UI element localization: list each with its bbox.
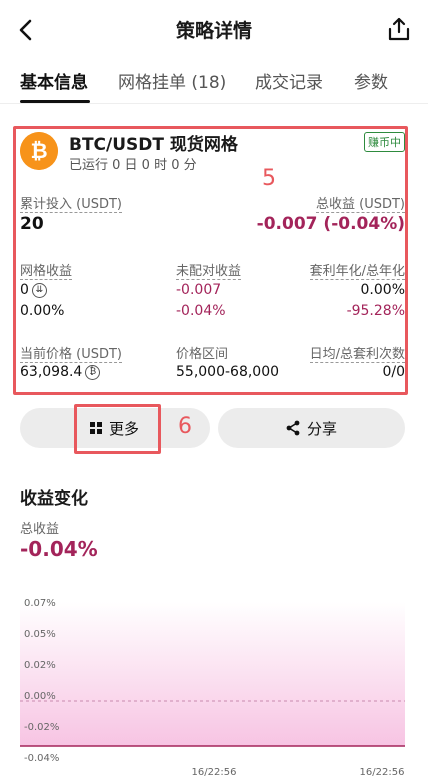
- share-button-label[interactable]: 分享: [307, 418, 337, 439]
- total-profit-label[interactable]: 总收益 (USDT): [316, 193, 405, 213]
- header: 策略详情: [0, 0, 428, 60]
- withdraw-icon[interactable]: ⇊: [31, 282, 47, 298]
- annotation-label: 6: [178, 414, 192, 439]
- share-export-icon[interactable]: [386, 16, 412, 42]
- x-tick-label: 16/22:56: [192, 767, 237, 778]
- profit-chart: 0.07% 0.05% 0.02% 0.00% -0.02% -0.04% 16/22:56…: [20, 598, 405, 778]
- arb-count-value: 0/0: [382, 364, 405, 380]
- tab-bar: 基本信息 网格挂单 (18) 成交记录 参数: [0, 60, 428, 104]
- total-profit-sub-label: 总收益: [20, 522, 60, 537]
- svg-text:₿: ₿: [30, 139, 47, 163]
- current-price-label[interactable]: 当前价格 (USDT): [20, 343, 122, 363]
- price-range-value: 55,000-68,000: [176, 364, 280, 380]
- tab-trade-history[interactable]: 成交记录: [255, 68, 323, 93]
- total-investment-value: 20: [20, 214, 44, 234]
- section-title: 收益变化: [20, 489, 88, 509]
- current-price-value: 63,098.4: [20, 364, 83, 380]
- y-tick-label: 0.00%: [24, 691, 56, 702]
- unmatched-profit-pct: -0.04%: [176, 303, 226, 319]
- price-range-label: 价格区间: [176, 347, 229, 362]
- current-price-row: 63,098.4 ₿: [20, 364, 101, 380]
- grid-profit-row: 0 ⇊: [20, 282, 47, 298]
- y-tick-label: 0.02%: [24, 660, 56, 671]
- total-investment-label[interactable]: 累计投入 (USDT): [20, 193, 122, 213]
- unmatched-profit-label[interactable]: 未配对收益: [176, 260, 242, 280]
- more-button-label[interactable]: 更多: [109, 418, 139, 439]
- chart-area-fill: [20, 602, 405, 746]
- y-tick-label: -0.02%: [24, 722, 59, 733]
- grid-profit-label[interactable]: 网格收益: [20, 260, 73, 280]
- bitcoin-logo-icon: ₿: [20, 132, 58, 170]
- unmatched-profit-value: -0.007: [176, 282, 222, 298]
- status-badge: 赚币中: [364, 132, 405, 152]
- arb-apr-value: 0.00%: [360, 282, 405, 298]
- grid-menu-icon: [90, 422, 102, 434]
- price-info-icon[interactable]: ₿: [85, 364, 101, 380]
- apr-label[interactable]: 套利年化/总年化: [309, 260, 405, 280]
- y-tick-label: 0.07%: [24, 598, 56, 609]
- x-tick-label: 16/22:56: [360, 767, 405, 778]
- run-time: 已运行 0 日 0 时 0 分: [69, 158, 197, 173]
- page-title: 策略详情: [175, 20, 252, 42]
- annotation-label: 5: [262, 166, 276, 191]
- active-tab-indicator: [20, 100, 90, 103]
- grid-profit-pct: 0.00%: [20, 303, 65, 319]
- pair-name: BTC/USDT 现货网格: [69, 135, 238, 155]
- total-profit-percent: -0.04%: [20, 537, 98, 561]
- total-apr-value: -95.28%: [346, 303, 405, 319]
- tab-parameters[interactable]: 参数: [354, 68, 388, 93]
- arb-count-label[interactable]: 日均/总套利次数: [309, 343, 405, 363]
- tab-grid-orders[interactable]: 网格挂单 (18): [118, 68, 226, 93]
- y-tick-label: -0.04%: [24, 753, 59, 764]
- total-profit-value: -0.007 (-0.04%): [256, 214, 405, 234]
- grid-profit-value: 0: [20, 282, 29, 298]
- tab-basic-info[interactable]: 基本信息: [20, 68, 88, 93]
- share-icon: [286, 420, 300, 436]
- y-tick-label: 0.05%: [24, 629, 56, 640]
